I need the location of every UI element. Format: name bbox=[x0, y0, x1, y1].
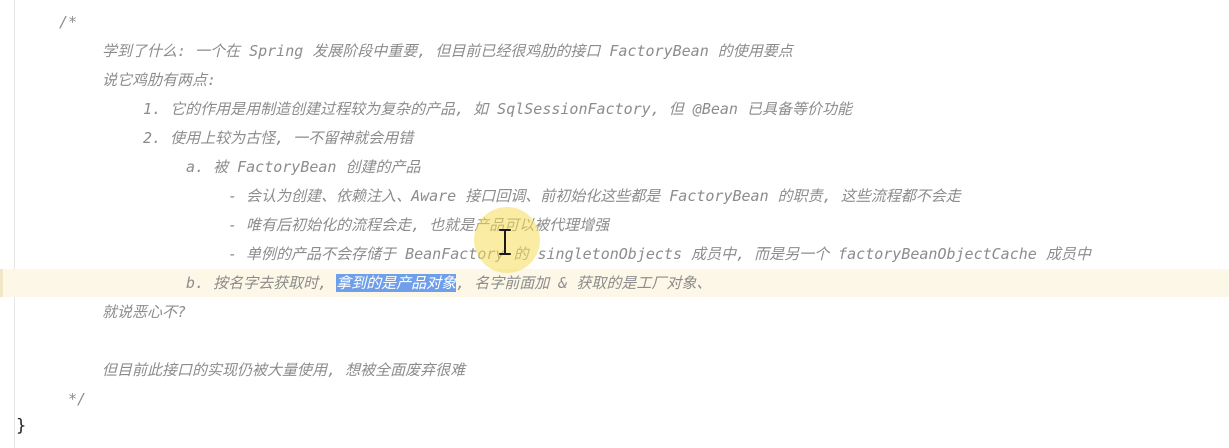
line-b-suffix: , 名字前面加 & 获取的是工厂对象、 bbox=[456, 274, 712, 292]
code-line-a-dash-2[interactable]: - 唯有后初始化的流程会走, 也就是产品可以被代理增强 bbox=[0, 211, 1229, 239]
code-line-still-used[interactable]: 但目前此接口的实现仍被大量使用, 想被全面废弃很难 bbox=[0, 356, 1229, 384]
comment-text: a. 被 FactoryBean 创建的产品 bbox=[186, 158, 421, 176]
text-selection[interactable]: 拿到的是产品对象 bbox=[336, 274, 457, 292]
line-b-prefix: b. 按名字去获取时, bbox=[186, 274, 337, 292]
comment-text: 就说恶心不? bbox=[102, 303, 187, 321]
closing-brace: } bbox=[16, 416, 27, 436]
code-line-item-1[interactable]: 1. 它的作用是用制造创建过程较为复杂的产品, 如 SqlSessionFact… bbox=[0, 95, 1229, 123]
code-editor[interactable]: /* 学到了什么: 一个在 Spring 发展阶段中重要, 但目前已经很鸡肋的接… bbox=[0, 0, 1229, 448]
code-line-a[interactable]: a. 被 FactoryBean 创建的产品 bbox=[0, 153, 1229, 181]
comment-text: 说它鸡肋有两点: bbox=[102, 71, 217, 89]
comment-text: - 单例的产品不会存储于 BeanFactory 的 singletonObje… bbox=[228, 245, 1091, 263]
text-cursor-icon bbox=[499, 229, 511, 255]
code-line-a-dash-1[interactable]: - 会认为创建、依赖注入、Aware 接口回调、前初始化这些都是 Factory… bbox=[0, 182, 1229, 210]
comment-open-token: /* bbox=[59, 13, 78, 31]
comment-text: 学到了什么: 一个在 Spring 发展阶段中重要, 但目前已经很鸡肋的接口 F… bbox=[102, 42, 793, 60]
comment-text: 1. 它的作用是用制造创建过程较为复杂的产品, 如 SqlSessionFact… bbox=[143, 100, 852, 118]
comment-text: - 会认为创建、依赖注入、Aware 接口回调、前初始化这些都是 Factory… bbox=[228, 187, 961, 205]
code-line-comment-close[interactable]: */ bbox=[0, 385, 1229, 413]
code-line-item-2[interactable]: 2. 使用上较为古怪, 一不留神就会用错 bbox=[0, 124, 1229, 152]
comment-text: 但目前此接口的实现仍被大量使用, 想被全面废弃很难 bbox=[102, 361, 466, 379]
code-line-closing-brace[interactable]: } bbox=[0, 412, 1229, 440]
code-line-b-current[interactable]: b. 按名字去获取时, 拿到的是产品对象, 名字前面加 & 获取的是工厂对象、 bbox=[0, 269, 1229, 297]
comment-text-b: b. 按名字去获取时, 拿到的是产品对象, 名字前面加 & 获取的是工厂对象、 bbox=[186, 269, 711, 297]
code-line-a-dash-3[interactable]: - 单例的产品不会存储于 BeanFactory 的 singletonObje… bbox=[0, 240, 1229, 268]
code-line-blank[interactable] bbox=[0, 327, 1229, 355]
code-line-disgusting[interactable]: 就说恶心不? bbox=[0, 298, 1229, 326]
comment-close-token: */ bbox=[68, 390, 87, 408]
code-line-learned[interactable]: 学到了什么: 一个在 Spring 发展阶段中重要, 但目前已经很鸡肋的接口 F… bbox=[0, 37, 1229, 65]
comment-text: 2. 使用上较为古怪, 一不留神就会用错 bbox=[143, 129, 414, 147]
code-line-two-points[interactable]: 说它鸡肋有两点: bbox=[0, 66, 1229, 94]
comment-text: - 唯有后初始化的流程会走, 也就是产品可以被代理增强 bbox=[228, 216, 610, 234]
code-line-comment-open[interactable]: /* bbox=[0, 8, 1229, 36]
